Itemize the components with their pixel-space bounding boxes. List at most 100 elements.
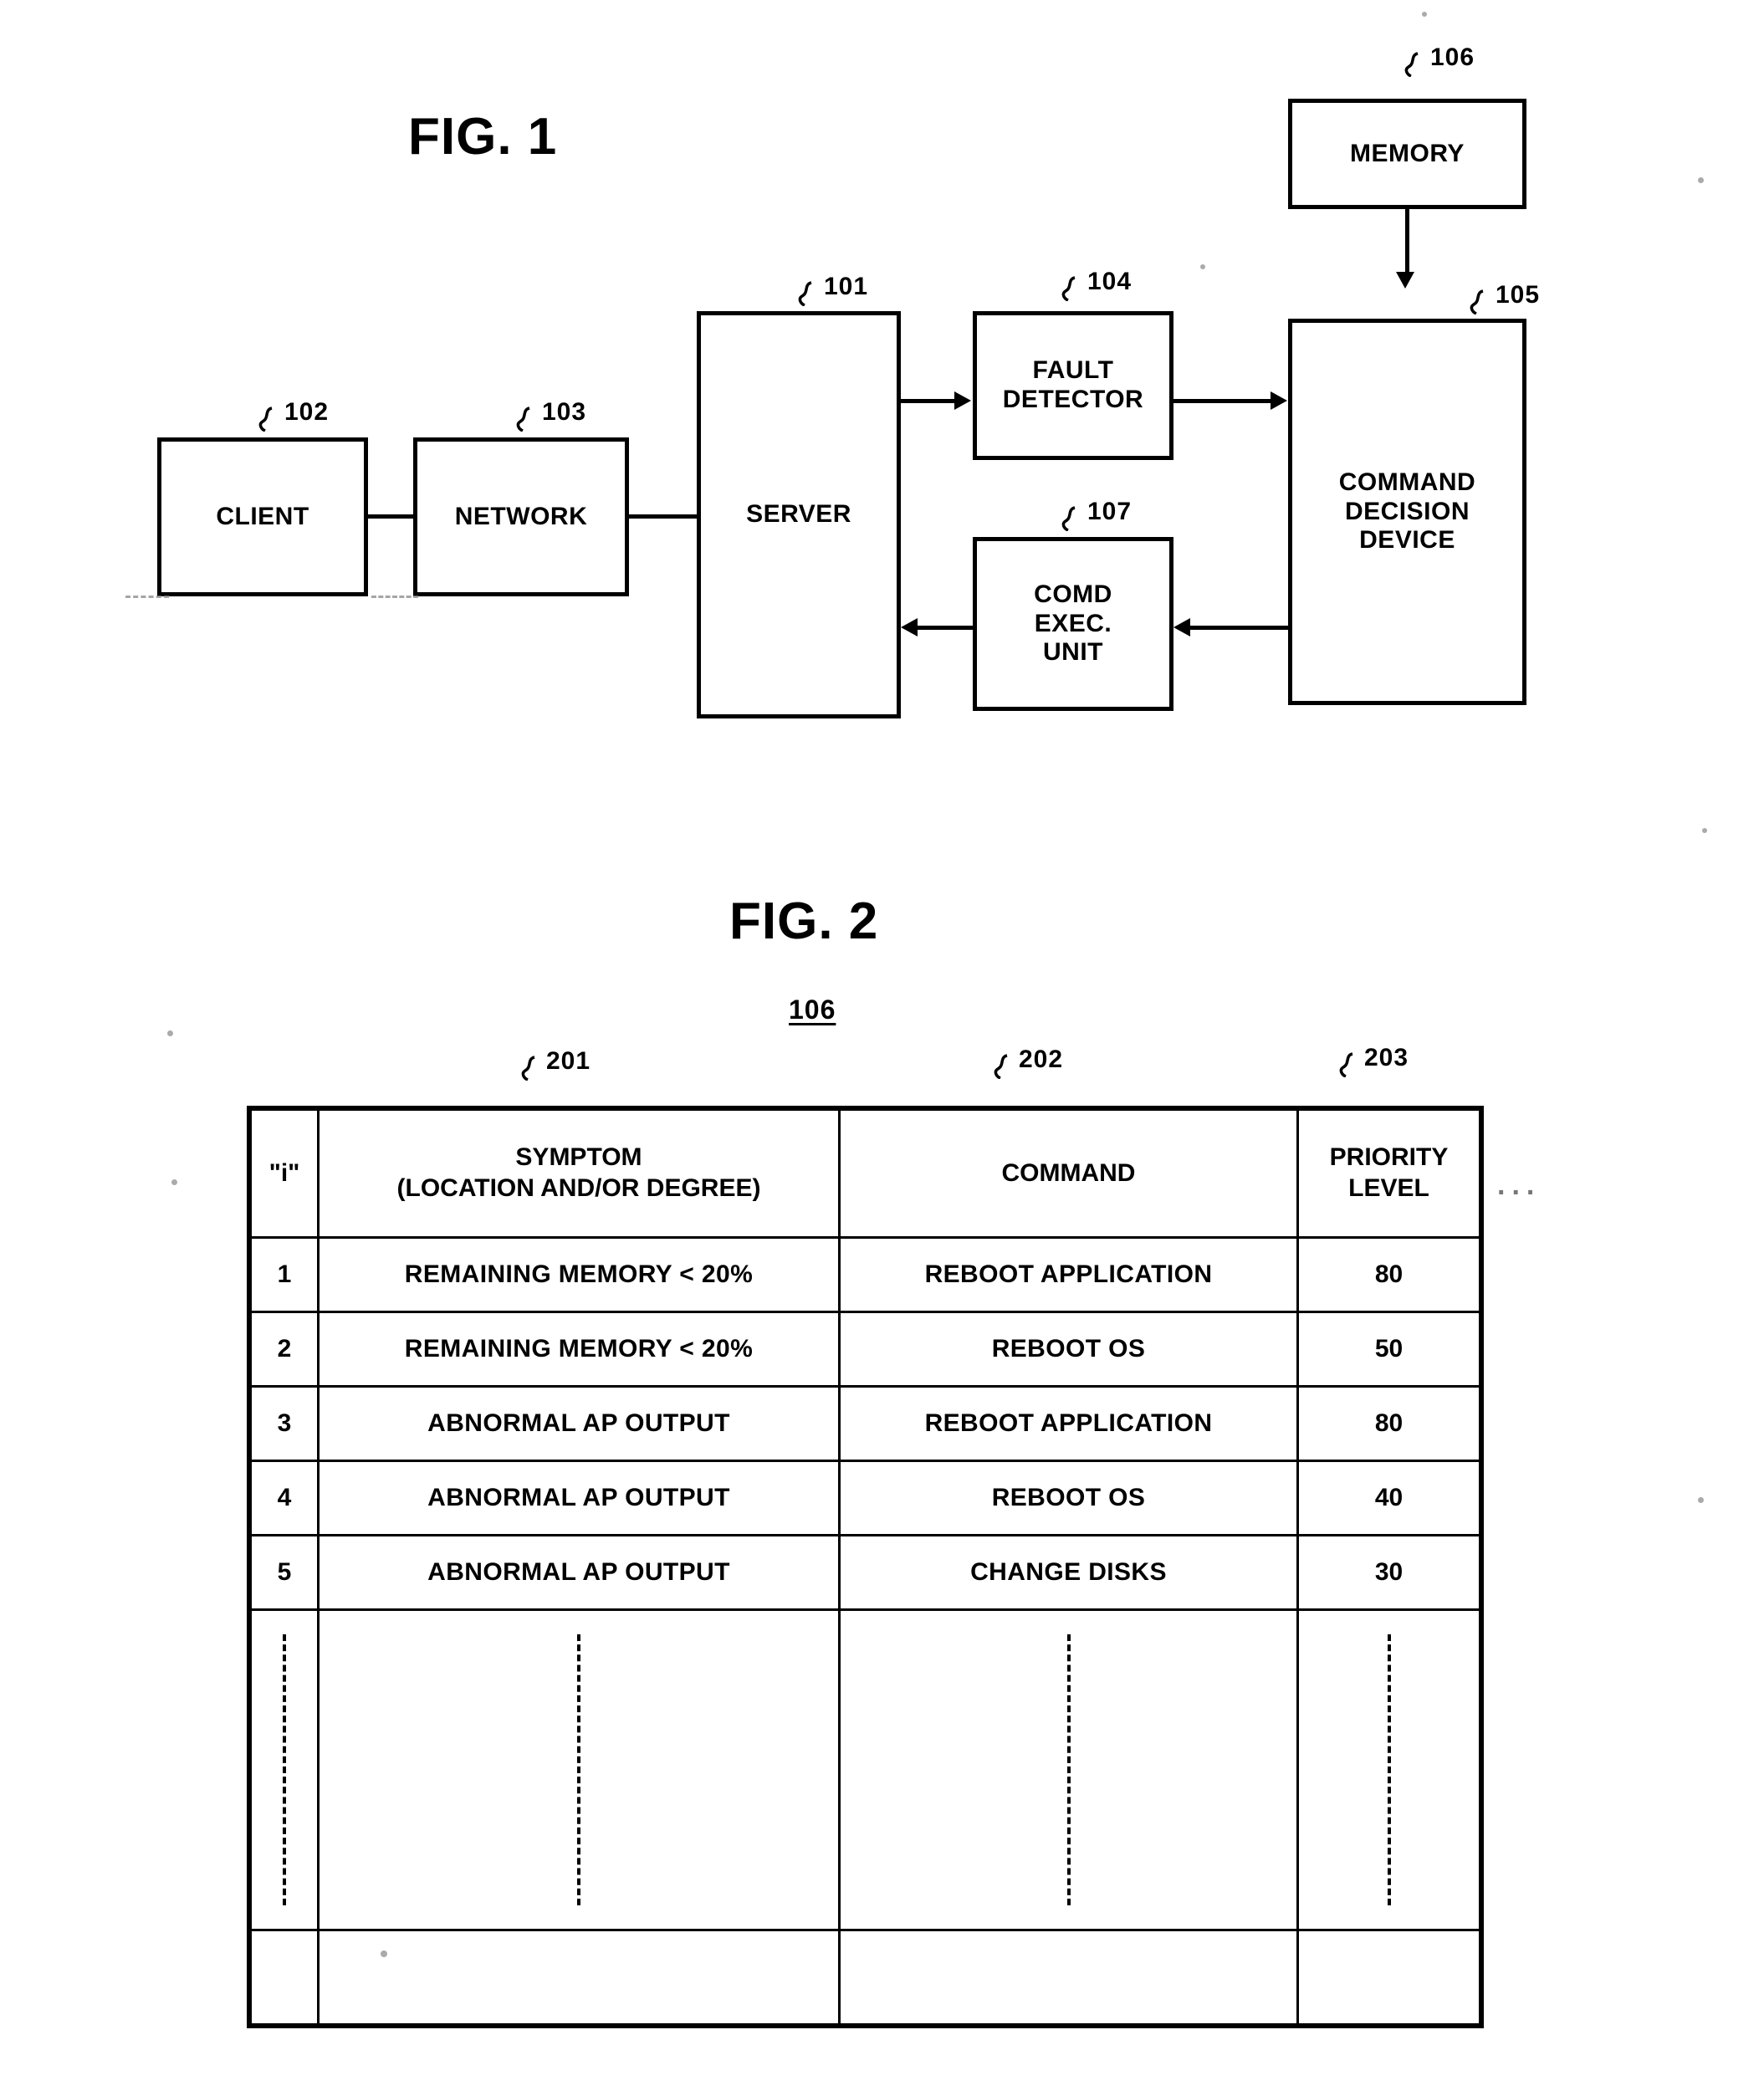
header-priority: PRIORITY LEVEL xyxy=(1296,1107,1483,1239)
cell-symptom: ABNORMAL AP OUTPUT xyxy=(317,1460,841,1536)
block-command-decision-device-label: COMMAND DECISION DEVICE xyxy=(1336,468,1479,555)
cell-index: 1 xyxy=(248,1236,320,1313)
leader-hook-201 xyxy=(521,1056,535,1081)
block-comd-exec-unit: COMD EXEC. UNIT xyxy=(973,537,1173,711)
cell-command: REBOOT OS xyxy=(838,1460,1299,1536)
scan-artifact-speck-d xyxy=(1422,12,1427,17)
cell-command: REBOOT APPLICATION xyxy=(838,1385,1299,1462)
block-network-label: NETWORK xyxy=(454,502,588,530)
cell-index: 5 xyxy=(248,1534,320,1611)
figure-2-title: FIG. 2 xyxy=(729,892,879,950)
connector-network-to-server xyxy=(629,514,700,519)
continuation-priority xyxy=(1296,1608,1483,1931)
vertical-ellipsis-icon xyxy=(1387,1634,1391,1905)
connector-client-to-network xyxy=(368,514,415,519)
ref-numeral-102: 102 xyxy=(284,398,330,426)
table-continuation-dots: ... xyxy=(1497,1169,1542,1201)
table-row: 4 ABNORMAL AP OUTPUT REBOOT OS 40 xyxy=(248,1460,1483,1536)
block-comd-exec-unit-label: COMD EXEC. UNIT xyxy=(1030,580,1116,667)
arrowhead-fault-to-command xyxy=(1271,391,1287,410)
leader-hook-103 xyxy=(516,406,530,432)
leader-hook-202 xyxy=(994,1054,1008,1079)
ref-numeral-103: 103 xyxy=(542,398,587,426)
table-header-row: "i" SYMPTOM (LOCATION AND/OR DEGREE) COM… xyxy=(248,1107,1483,1239)
cell-priority: 40 xyxy=(1296,1460,1483,1536)
cell-command: CHANGE DISKS xyxy=(838,1534,1299,1611)
vertical-ellipsis-icon xyxy=(1066,1634,1071,1905)
header-index: "i" xyxy=(248,1107,320,1239)
scan-artifact-speck-e xyxy=(167,1030,173,1036)
comdexec-line-3: UNIT xyxy=(1043,638,1103,667)
table-row: 5 ABNORMAL AP OUTPUT CHANGE DISKS 30 xyxy=(248,1534,1483,1611)
fault-line-2: DETECTOR xyxy=(1002,386,1144,413)
blank-command xyxy=(838,1929,1299,2027)
block-server: SERVER xyxy=(697,311,901,718)
figure-1-title: FIG. 1 xyxy=(408,108,558,166)
scan-artifact-speck-c xyxy=(1702,828,1707,833)
scan-artifact-dash-left xyxy=(125,596,169,598)
continuation-symptom xyxy=(317,1608,841,1931)
scan-artifact-speck-f xyxy=(171,1179,177,1185)
connector-fault-to-command xyxy=(1173,399,1271,403)
ref-numeral-201: 201 xyxy=(546,1047,591,1075)
leader-hook-104 xyxy=(1061,276,1076,301)
leader-hook-107 xyxy=(1061,506,1076,531)
cell-priority: 30 xyxy=(1296,1534,1483,1611)
fault-line-1: FAULT xyxy=(1032,356,1114,385)
ref-numeral-101: 101 xyxy=(824,273,869,300)
cell-command: REBOOT OS xyxy=(838,1311,1299,1388)
cell-priority: 80 xyxy=(1296,1385,1483,1462)
ref-numeral-106-table: 106 xyxy=(789,994,836,1025)
block-memory-label: MEMORY xyxy=(1350,139,1465,167)
cell-symptom: REMAINING MEMORY < 20% xyxy=(317,1236,841,1313)
connector-memory-to-command xyxy=(1405,209,1409,278)
table-row: 3 ABNORMAL AP OUTPUT REBOOT APPLICATION … xyxy=(248,1385,1483,1462)
cell-symptom: REMAINING MEMORY < 20% xyxy=(317,1311,841,1388)
leader-hook-105 xyxy=(1470,289,1484,314)
leader-hook-106 xyxy=(1404,52,1419,77)
blank-index xyxy=(248,1929,320,2027)
cell-index: 2 xyxy=(248,1311,320,1388)
scan-artifact-speck-b xyxy=(1698,177,1704,183)
leader-hook-203 xyxy=(1339,1052,1353,1077)
header-symptom-line2: (LOCATION AND/OR DEGREE) xyxy=(396,1174,761,1202)
leader-hook-102 xyxy=(258,406,273,432)
ref-numeral-106: 106 xyxy=(1430,43,1475,71)
table-continuation-row xyxy=(248,1608,1483,1931)
comdexec-line-1: COMD xyxy=(1034,580,1112,608)
block-server-label: SERVER xyxy=(746,500,851,529)
block-command-decision-device: COMMAND DECISION DEVICE xyxy=(1288,319,1526,705)
arrowhead-server-to-fault xyxy=(954,391,971,410)
command-line-3: DEVICE xyxy=(1359,526,1455,555)
ref-numeral-202: 202 xyxy=(1019,1046,1064,1073)
table-row: 2 REMAINING MEMORY < 20% REBOOT OS 50 xyxy=(248,1311,1483,1388)
blank-symptom xyxy=(317,1929,841,2027)
continuation-command xyxy=(838,1608,1299,1931)
symptom-command-priority-table: "i" SYMPTOM (LOCATION AND/OR DEGREE) COM… xyxy=(247,1106,1484,2028)
ref-numeral-105: 105 xyxy=(1496,281,1541,309)
table-row: 1 REMAINING MEMORY < 20% REBOOT APPLICAT… xyxy=(248,1236,1483,1313)
comdexec-line-2: EXEC. xyxy=(1034,609,1112,637)
header-symptom: SYMPTOM (LOCATION AND/OR DEGREE) xyxy=(317,1107,841,1239)
cell-command: REBOOT APPLICATION xyxy=(838,1236,1299,1313)
block-memory: MEMORY xyxy=(1288,99,1526,209)
cell-symptom: ABNORMAL AP OUTPUT xyxy=(317,1534,841,1611)
ref-numeral-203: 203 xyxy=(1364,1044,1409,1071)
block-network: NETWORK xyxy=(413,437,629,596)
block-fault-detector-label: FAULT DETECTOR xyxy=(1000,356,1147,415)
continuation-index xyxy=(248,1608,320,1931)
scan-artifact-speck-a xyxy=(1200,264,1205,269)
leader-hook-101 xyxy=(798,281,812,306)
block-client: CLIENT xyxy=(157,437,368,596)
scan-artifact-dash-mid xyxy=(371,596,418,598)
vertical-ellipsis-icon xyxy=(577,1634,580,1905)
command-line-2: DECISION xyxy=(1344,497,1470,525)
arrowhead-command-to-comdexec xyxy=(1173,618,1190,637)
table-blank-row xyxy=(248,1929,1483,2027)
header-symptom-line1: SYMPTOM xyxy=(515,1143,642,1172)
ref-numeral-104: 104 xyxy=(1087,268,1133,295)
connector-command-to-comdexec xyxy=(1189,626,1290,630)
header-priority-line2: LEVEL xyxy=(1348,1174,1429,1202)
cell-symptom: ABNORMAL AP OUTPUT xyxy=(317,1385,841,1462)
header-priority-line1: PRIORITY xyxy=(1329,1143,1449,1172)
